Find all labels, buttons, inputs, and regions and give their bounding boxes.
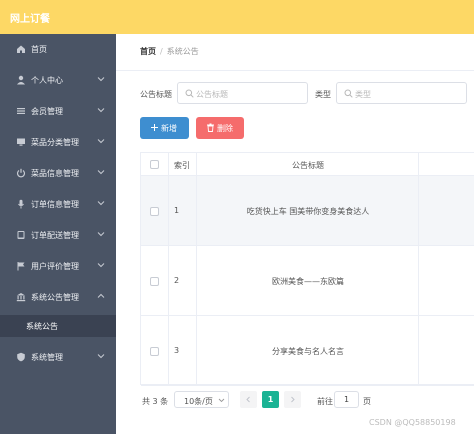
sidebar-item-member-management[interactable]: 会员管理 xyxy=(0,100,116,122)
chevron-down-icon xyxy=(97,352,105,360)
microphone-icon xyxy=(16,199,26,209)
select-all-checkbox[interactable] xyxy=(150,160,159,169)
goto-prefix: 前往 xyxy=(317,397,333,406)
type-filter-label: 类型 xyxy=(315,90,331,99)
sidebar-item-announcement-management[interactable]: 系统公告管理 xyxy=(0,286,116,308)
sidebar-item-order-delivery-management[interactable]: 订单配送管理 xyxy=(0,224,116,246)
page-size-select[interactable]: 10条/页 xyxy=(174,391,229,408)
table-row[interactable]: 1 吃货快上车 国美带你变身美食达人 xyxy=(141,176,474,246)
row-index: 2 xyxy=(174,276,180,285)
sidebar-item-user-review-management[interactable]: 用户评价管理 xyxy=(0,255,116,277)
sidebar-item-label: 个人中心 xyxy=(31,76,63,85)
goto-suffix: 页 xyxy=(363,397,371,406)
watermark-text: CSDN @QQ58850198 xyxy=(369,418,456,427)
sidebar-item-label: 订单信息管理 xyxy=(31,200,79,209)
next-page-button[interactable] xyxy=(284,391,301,408)
row-title: 欧洲美食——东欧篇 xyxy=(272,277,344,286)
column-divider xyxy=(168,153,169,385)
chevron-down-icon xyxy=(97,230,105,238)
breadcrumb: 首页 / 系统公告 xyxy=(140,46,199,57)
top-bar: 网上订餐 xyxy=(0,0,474,34)
goto-page-input[interactable]: 1 xyxy=(334,391,359,408)
row-checkbox[interactable] xyxy=(150,207,159,216)
flag-icon xyxy=(16,261,26,271)
page-number-current[interactable]: 1 xyxy=(262,391,279,408)
search-icon xyxy=(185,89,194,98)
row-checkbox[interactable] xyxy=(150,347,159,356)
chevron-down-icon xyxy=(218,397,225,404)
sidebar-item-label: 菜品分类管理 xyxy=(31,138,79,147)
title-search-placeholder: 公告标题 xyxy=(196,90,228,99)
type-search-placeholder: 类型 xyxy=(355,90,371,99)
breadcrumb-current: 系统公告 xyxy=(166,47,199,56)
chevron-down-icon xyxy=(97,75,105,83)
column-divider xyxy=(196,153,197,385)
chevron-up-icon xyxy=(97,292,105,300)
delete-button-label: 删除 xyxy=(217,124,233,133)
index-column-header: 索引 xyxy=(174,161,190,170)
row-title: 分享美食与名人名言 xyxy=(272,347,344,356)
title-search-input[interactable]: 公告标题 xyxy=(177,82,308,104)
header-divider xyxy=(116,70,474,71)
table-row[interactable]: 2 欧洲美食——东欧篇 xyxy=(141,246,474,316)
sidebar-item-label: 菜品信息管理 xyxy=(31,169,79,178)
trash-icon xyxy=(206,123,215,132)
add-button-label: 新增 xyxy=(161,124,177,133)
sidebar-item-dish-info-management[interactable]: 菜品信息管理 xyxy=(0,162,116,184)
app-title: 网上订餐 xyxy=(10,14,50,25)
prev-page-button[interactable] xyxy=(240,391,257,408)
chevron-down-icon xyxy=(97,168,105,176)
breadcrumb-separator: / xyxy=(160,47,163,56)
title-column-header: 公告标题 xyxy=(292,161,324,170)
row-checkbox[interactable] xyxy=(150,277,159,286)
sidebar-item-label: 会员管理 xyxy=(31,107,63,116)
chevron-down-icon xyxy=(97,199,105,207)
page-size-value: 10条/页 xyxy=(184,397,213,406)
monitor-icon xyxy=(16,137,26,147)
sidebar-item-order-info-management[interactable]: 订单信息管理 xyxy=(0,193,116,215)
chevron-left-icon xyxy=(246,396,250,403)
type-search-input[interactable]: 类型 xyxy=(336,82,467,104)
sidebar-item-label: 系统公告 xyxy=(26,322,58,331)
sidebar-item-personal-center[interactable]: 个人中心 xyxy=(0,69,116,91)
sidebar-subitem-announcements[interactable]: 系统公告 xyxy=(0,315,116,337)
chevron-down-icon xyxy=(97,106,105,114)
tablet-icon xyxy=(16,230,26,240)
chevron-down-icon xyxy=(97,137,105,145)
chevron-down-icon xyxy=(97,261,105,269)
power-icon xyxy=(16,168,26,178)
sidebar-item-label: 用户评价管理 xyxy=(31,262,79,271)
bank-icon xyxy=(16,292,26,302)
add-button[interactable]: 新增 xyxy=(140,117,189,139)
title-filter-label: 公告标题 xyxy=(140,90,172,99)
sidebar: 首页 个人中心 会员管理 菜品分类管理 菜品信息管理 订单信息管理 订单配送管理… xyxy=(0,34,116,434)
list-icon xyxy=(16,106,26,116)
announcement-table: 索引 公告标题 1 吃货快上车 国美带你变身美食达人 2 欧洲美食——东欧篇 3… xyxy=(140,152,474,386)
row-index: 3 xyxy=(174,346,180,355)
sidebar-item-label: 系统公告管理 xyxy=(31,293,79,302)
sidebar-item-label: 首页 xyxy=(31,45,47,54)
sidebar-item-dish-category-management[interactable]: 菜品分类管理 xyxy=(0,131,116,153)
breadcrumb-home[interactable]: 首页 xyxy=(140,47,156,56)
row-title: 吃货快上车 国美带你变身美食达人 xyxy=(246,207,370,216)
table-row[interactable]: 3 分享美食与名人名言 xyxy=(141,316,474,386)
sidebar-item-label: 订单配送管理 xyxy=(31,231,79,240)
table-header: 索引 公告标题 xyxy=(141,153,474,176)
search-icon xyxy=(344,89,353,98)
row-index: 1 xyxy=(174,206,180,215)
plus-icon xyxy=(150,123,159,132)
column-divider xyxy=(418,153,419,385)
delete-button[interactable]: 删除 xyxy=(196,117,244,139)
home-icon xyxy=(16,44,26,54)
pagination-total: 共 3 条 xyxy=(142,397,169,406)
chevron-right-icon xyxy=(291,396,295,403)
user-icon xyxy=(16,75,26,85)
sidebar-item-system-management[interactable]: 系统管理 xyxy=(0,346,116,368)
sidebar-item-label: 系统管理 xyxy=(31,353,63,362)
sidebar-item-home[interactable]: 首页 xyxy=(0,38,116,60)
shield-icon xyxy=(16,352,26,362)
